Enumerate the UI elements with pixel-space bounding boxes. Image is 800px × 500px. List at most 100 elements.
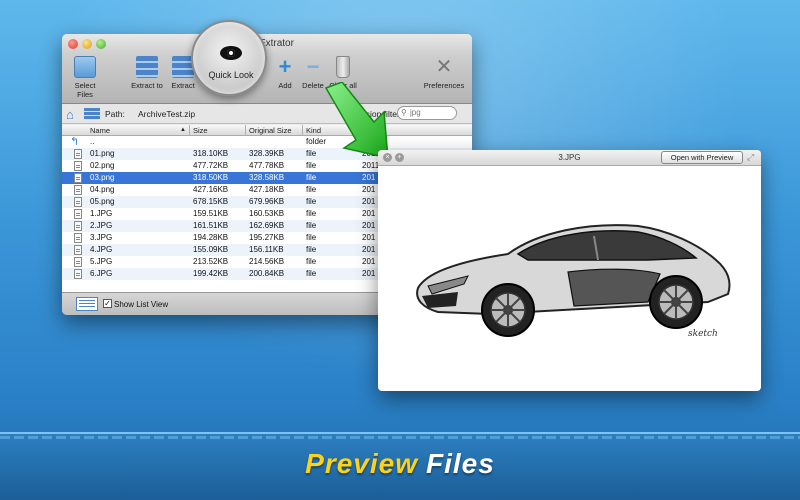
path-label: Path: xyxy=(105,109,125,119)
row-date: 201 xyxy=(362,197,376,206)
row-original-size: 679.96KB xyxy=(249,197,285,206)
file-icon xyxy=(74,173,82,183)
row-name: 02.png xyxy=(90,161,115,170)
row-name: 03.png xyxy=(90,173,115,182)
expand-icon[interactable]: ⤢ xyxy=(747,152,754,163)
preferences-button[interactable]: ✕ Preferences xyxy=(422,56,466,90)
column-size[interactable]: Size xyxy=(193,126,208,135)
row-date: 201 xyxy=(362,269,376,278)
trash-icon xyxy=(336,56,350,78)
row-original-size: 477.78KB xyxy=(249,161,285,170)
preview-window: × + 3.JPG Open with Preview ⤢ sketch xyxy=(378,150,761,391)
row-size: 427.16KB xyxy=(193,185,229,194)
preferences-label: Preferences xyxy=(423,81,465,90)
row-original-size: 328.58KB xyxy=(249,173,285,182)
banner-caption: Preview Files xyxy=(0,448,800,480)
row-original-size: 214.56KB xyxy=(249,257,285,266)
path-value: ArchiveTest.zip xyxy=(138,109,196,119)
row-kind: file xyxy=(306,257,317,266)
row-original-size: 195.27KB xyxy=(249,233,285,242)
row-date: 201 xyxy=(362,257,376,266)
row-date: 201 xyxy=(362,209,376,218)
file-icon xyxy=(74,185,82,195)
row-name: 4.JPG xyxy=(90,245,113,254)
select-files-label: Select Files xyxy=(74,81,96,99)
list-view-icon[interactable] xyxy=(76,297,98,311)
row-size: 159.51KB xyxy=(193,209,229,218)
folder-icon xyxy=(74,56,96,78)
row-name: 05.png xyxy=(90,197,115,206)
row-kind: file xyxy=(306,221,317,230)
file-icon xyxy=(74,245,82,255)
show-list-view-checkbox[interactable]: ✓ xyxy=(103,299,112,308)
window-title: Rar Extrator xyxy=(240,38,294,49)
sketch-signature: sketch xyxy=(688,329,718,339)
row-name: 2.JPG xyxy=(90,221,113,230)
search-icon: ⚲ xyxy=(401,108,407,117)
file-icon xyxy=(74,161,82,171)
row-date: 201 xyxy=(362,233,376,242)
row-original-size: 200.84KB xyxy=(249,269,285,278)
row-size: 155.09KB xyxy=(193,245,229,254)
extract-to-label: Extract to xyxy=(131,81,163,90)
file-icon xyxy=(74,197,82,207)
row-name: 3.JPG xyxy=(90,233,113,242)
select-files-button[interactable]: Select Files xyxy=(66,56,104,99)
row-kind: file xyxy=(306,269,317,278)
file-icon xyxy=(74,269,82,279)
row-size: 213.52KB xyxy=(193,257,229,266)
row-date: 201 xyxy=(362,245,376,254)
table-header: Name ▲ Size Original Size Kind xyxy=(62,125,472,136)
quick-look-label: Quick Look xyxy=(208,70,254,80)
extract-label: Extract xyxy=(171,81,195,90)
table-row[interactable]: ↰.. folder xyxy=(62,136,472,148)
row-size: 199.42KB xyxy=(193,269,229,278)
row-original-size: 328.39KB xyxy=(249,149,285,158)
row-kind: file xyxy=(306,197,317,206)
row-original-size: 162.69KB xyxy=(249,221,285,230)
file-icon xyxy=(74,149,82,159)
title-bar: Rar Extrator xyxy=(62,34,472,54)
file-icon xyxy=(74,233,82,243)
column-kind[interactable]: Kind xyxy=(306,126,321,135)
extract-to-button[interactable]: Extract to xyxy=(128,56,166,90)
stack-icon xyxy=(136,56,158,78)
tools-icon: ✕ xyxy=(435,56,453,78)
row-size: 161.51KB xyxy=(193,221,229,230)
row-kind: file xyxy=(306,209,317,218)
file-icon xyxy=(74,221,82,231)
eye-icon xyxy=(220,46,242,60)
file-icon xyxy=(74,257,82,267)
banner-word-files: Files xyxy=(426,448,495,479)
row-size: 318.50KB xyxy=(193,173,229,182)
row-original-size: 160.53KB xyxy=(249,209,285,218)
row-kind: file xyxy=(306,149,317,158)
row-kind: file xyxy=(306,233,317,242)
row-kind: file xyxy=(306,161,317,170)
row-size: 194.28KB xyxy=(193,233,229,242)
row-kind: file xyxy=(306,185,317,194)
row-name: .. xyxy=(90,137,95,146)
file-icon xyxy=(74,209,82,219)
preview-title-bar: × + 3.JPG Open with Preview ⤢ xyxy=(378,150,761,166)
column-name[interactable]: Name xyxy=(90,126,110,135)
column-original-size[interactable]: Original Size xyxy=(249,126,292,135)
row-kind: file xyxy=(306,173,317,182)
row-size: 678.15KB xyxy=(193,197,229,206)
quick-look-button[interactable]: Quick Look xyxy=(191,20,267,96)
row-name: 01.png xyxy=(90,149,115,158)
list-icon[interactable] xyxy=(84,108,100,120)
add-button[interactable]: + Add xyxy=(274,56,296,91)
open-with-preview-button[interactable]: Open with Preview xyxy=(661,151,743,164)
row-size: 477.72KB xyxy=(193,161,229,170)
row-original-size: 156.11KB xyxy=(249,245,284,254)
sort-arrow-icon: ▲ xyxy=(180,127,186,133)
home-icon[interactable]: ⌂ xyxy=(66,107,74,122)
row-date: 201 xyxy=(362,185,376,194)
row-name: 04.png xyxy=(90,185,115,194)
path-bar: ⌂ Path: ArchiveTest.zip Extension filter… xyxy=(62,104,472,124)
parent-folder-icon: ↰ xyxy=(70,136,80,148)
row-name: 6.JPG xyxy=(90,269,113,278)
row-kind: file xyxy=(306,245,317,254)
row-original-size: 427.18KB xyxy=(249,185,285,194)
